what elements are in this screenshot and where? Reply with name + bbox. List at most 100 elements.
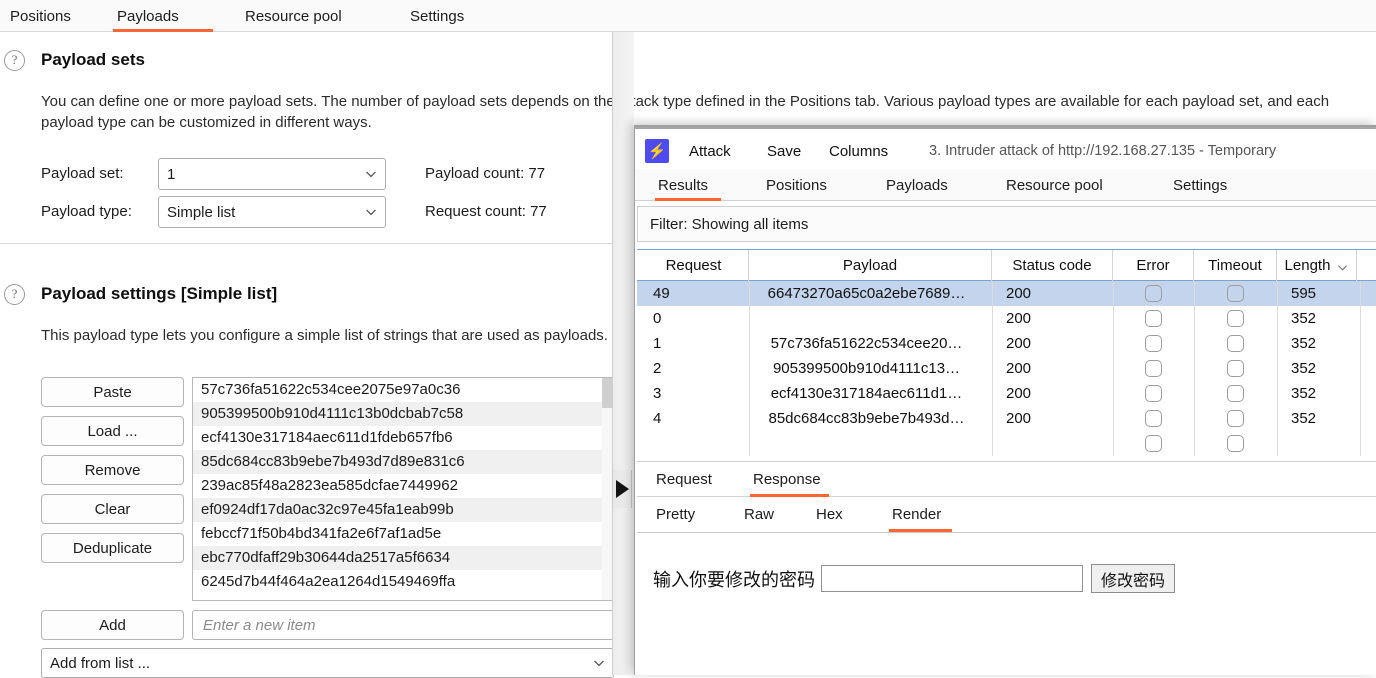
password-prompt-label: 输入你要修改的密码 xyxy=(653,569,815,591)
cell-error-checkbox[interactable] xyxy=(1113,431,1194,456)
rw-tab-settings[interactable]: Settings xyxy=(1170,169,1238,201)
tab-payloads[interactable]: Payloads xyxy=(113,0,213,32)
cell-error-checkbox[interactable] xyxy=(1113,331,1194,356)
column-header-length[interactable]: Length xyxy=(1277,250,1357,281)
checkbox-icon[interactable] xyxy=(1227,335,1244,352)
cell-timeout-checkbox[interactable] xyxy=(1194,431,1277,456)
checkbox-icon[interactable] xyxy=(1227,310,1244,327)
column-header-status-code[interactable]: Status code xyxy=(992,250,1113,281)
tab-hex[interactable]: Hex xyxy=(813,497,849,532)
cell-timeout-checkbox[interactable] xyxy=(1194,356,1277,381)
checkbox-icon[interactable] xyxy=(1145,335,1162,352)
checkbox-icon[interactable] xyxy=(1227,435,1244,452)
menu-save[interactable]: Save xyxy=(767,131,801,171)
expand-pane-arrow-button[interactable] xyxy=(612,470,632,508)
cell-error-checkbox[interactable] xyxy=(1113,281,1194,306)
table-row[interactable] xyxy=(637,431,1376,456)
add-from-list-select[interactable]: Add from list ... xyxy=(41,648,614,678)
payload-settings-title: Payload settings [Simple list] xyxy=(41,284,278,303)
remove-button[interactable]: Remove xyxy=(41,455,184,485)
help-icon-payload-sets[interactable]: ? xyxy=(4,50,25,71)
tab-render-label: Render xyxy=(892,506,942,523)
payload-list-item[interactable]: 57c736fa51622c534cee2075e97a0c36 xyxy=(193,378,613,402)
column-header-request[interactable]: Request xyxy=(639,250,749,281)
tab-resource-pool[interactable]: Resource pool xyxy=(241,0,366,32)
payload-set-label: Payload set: xyxy=(41,165,124,182)
checkbox-icon[interactable] xyxy=(1227,285,1244,302)
menu-attack[interactable]: Attack xyxy=(689,131,731,171)
payload-list-item[interactable]: 85dc684cc83b9ebe7b493d7d89e831c6 xyxy=(193,450,613,474)
cell-timeout-checkbox[interactable] xyxy=(1194,331,1277,356)
payload-type-select[interactable]: Simple list xyxy=(158,196,386,228)
tab-render[interactable]: Render xyxy=(889,497,952,532)
add-button[interactable]: Add xyxy=(41,610,184,640)
table-row[interactable]: 2 905399500b910d4111c13… 200 352 xyxy=(637,356,1376,381)
new-password-input[interactable] xyxy=(821,565,1083,592)
add-item-input[interactable] xyxy=(201,615,605,635)
column-divider xyxy=(1113,306,1114,331)
tab-pretty[interactable]: Pretty xyxy=(653,497,701,532)
payload-list-item[interactable]: 905399500b910d4111c13b0dcbab7c58 xyxy=(193,402,613,426)
payload-list-item[interactable]: ecf4130e317184aec611d1fdeb657fb6 xyxy=(193,426,613,450)
results-table-body[interactable]: 49 66473270a65c0a2ebe7689… 200 595 0 200 352 1 5… xyxy=(637,281,1376,457)
cell-error-checkbox[interactable] xyxy=(1113,406,1194,431)
add-item-input-wrap[interactable] xyxy=(192,610,614,640)
results-filter-bar[interactable]: Filter: Showing all items xyxy=(637,206,1376,242)
cell-timeout-checkbox[interactable] xyxy=(1194,381,1277,406)
split-pane-divider[interactable] xyxy=(612,32,634,675)
cell-error-checkbox[interactable] xyxy=(1113,381,1194,406)
payload-list-item[interactable]: febccf71f50b4bd341fa2e6f7af1ad5e xyxy=(193,522,613,546)
tab-positions[interactable]: Positions xyxy=(6,0,80,32)
table-row[interactable]: 4 85dc684cc83b9ebe7b493d… 200 352 xyxy=(637,406,1376,431)
table-row[interactable]: 1 57c736fa51622c534cee20… 200 352 xyxy=(637,331,1376,356)
rw-tab-resource-pool[interactable]: Resource pool xyxy=(1003,169,1121,201)
column-header-error[interactable]: Error xyxy=(1113,250,1194,281)
payload-list-item[interactable]: ebc770dfaff29b30644da2517a5f6634 xyxy=(193,546,613,570)
results-window-menubar: ⚡ Attack Save Columns 3. Intruder attack… xyxy=(635,129,1376,169)
deduplicate-button-label: Deduplicate xyxy=(72,539,153,557)
clear-button[interactable]: Clear xyxy=(41,494,184,524)
change-password-button[interactable]: 修改密码 xyxy=(1091,564,1176,593)
tab-settings[interactable]: Settings xyxy=(406,0,484,32)
tab-response[interactable]: Response xyxy=(750,462,829,497)
cell-error-checkbox[interactable] xyxy=(1113,356,1194,381)
tab-raw[interactable]: Raw xyxy=(741,497,779,532)
payload-list-item[interactable]: 239ac85f48a2823ea585dcfae7449962 xyxy=(193,474,613,498)
checkbox-icon[interactable] xyxy=(1227,360,1244,377)
paste-button[interactable]: Paste xyxy=(41,377,184,407)
cell-timeout-checkbox[interactable] xyxy=(1194,281,1277,306)
payload-list-item[interactable]: 6245d7b44f464a2ea1264d1549469ffa xyxy=(193,570,613,594)
checkbox-icon[interactable] xyxy=(1227,410,1244,427)
column-divider xyxy=(1360,306,1361,331)
load-button[interactable]: Load ... xyxy=(41,416,184,446)
deduplicate-button[interactable]: Deduplicate xyxy=(41,533,184,563)
rw-tab-payloads[interactable]: Payloads xyxy=(883,169,955,201)
payload-list-item[interactable]: ef0924df17da0ac32c97e45fa1eab99b xyxy=(193,498,613,522)
payload-list[interactable]: 57c736fa51622c534cee2075e97a0c36 90539950… xyxy=(192,377,614,601)
menu-columns[interactable]: Columns xyxy=(829,131,888,171)
table-row[interactable]: 0 200 352 xyxy=(637,306,1376,331)
checkbox-icon[interactable] xyxy=(1145,285,1162,302)
intruder-tab-bar: Positions Payloads Resource pool Setting… xyxy=(0,0,1376,32)
checkbox-icon[interactable] xyxy=(1145,385,1162,402)
table-row[interactable]: 3 ecf4130e317184aec611d1… 200 352 xyxy=(637,381,1376,406)
cell-error-checkbox[interactable] xyxy=(1113,306,1194,331)
checkbox-icon[interactable] xyxy=(1145,310,1162,327)
checkbox-icon[interactable] xyxy=(1145,360,1162,377)
table-row[interactable]: 49 66473270a65c0a2ebe7689… 200 595 xyxy=(637,281,1376,306)
payload-set-select[interactable]: 1 xyxy=(158,158,386,190)
checkbox-icon[interactable] xyxy=(1145,410,1162,427)
cell-timeout-checkbox[interactable] xyxy=(1194,406,1277,431)
cell-status-code: 200 xyxy=(1006,310,1032,327)
checkbox-icon[interactable] xyxy=(1145,435,1162,452)
rw-tab-positions[interactable]: Positions xyxy=(763,169,841,201)
help-icon-payload-settings[interactable]: ? xyxy=(4,284,25,305)
cell-timeout-checkbox[interactable] xyxy=(1194,306,1277,331)
checkbox-icon[interactable] xyxy=(1227,385,1244,402)
column-header-timeout[interactable]: Timeout xyxy=(1194,250,1277,281)
column-divider xyxy=(1113,381,1114,406)
column-header-payload[interactable]: Payload xyxy=(749,250,992,281)
attack-results-table: Request Payload Status code Error Timeou… xyxy=(637,249,1376,457)
tab-request[interactable]: Request xyxy=(653,462,723,497)
rw-tab-results[interactable]: Results xyxy=(655,169,721,201)
